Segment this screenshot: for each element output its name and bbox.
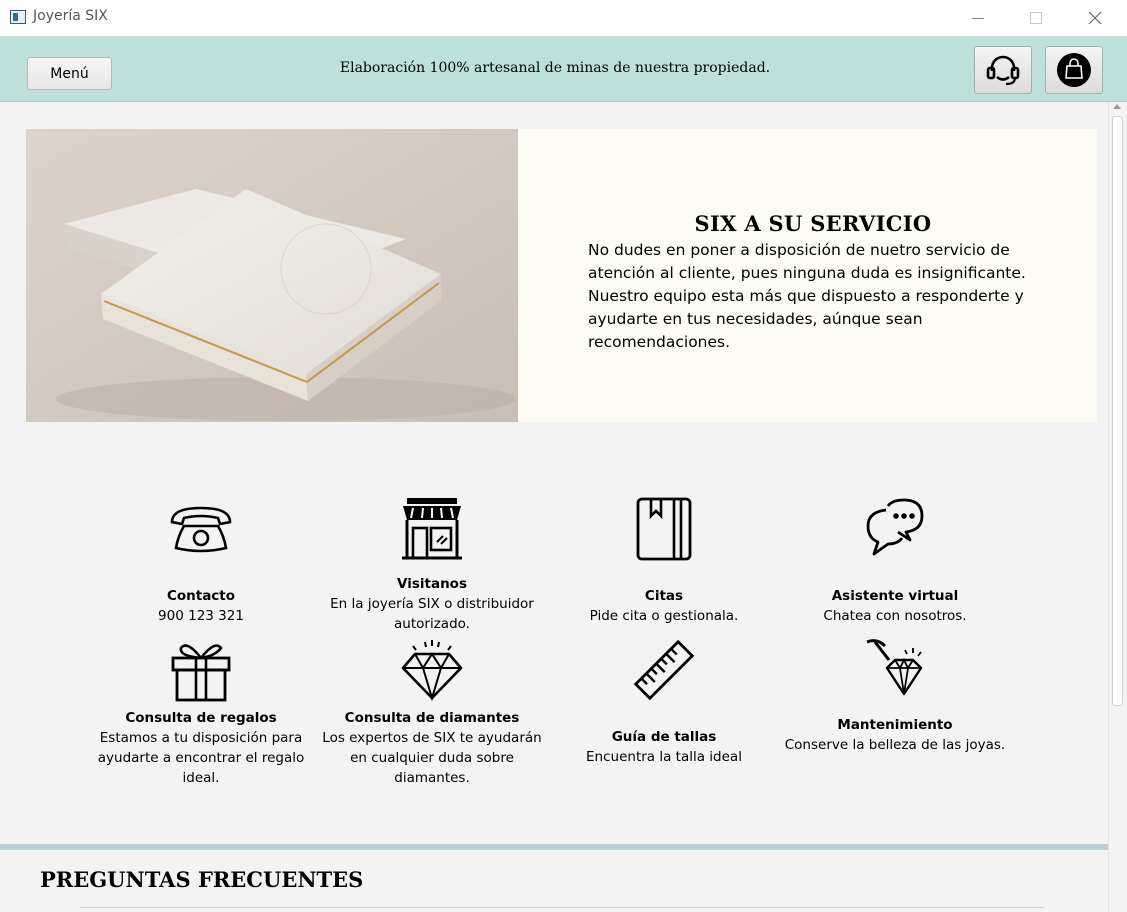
- service-title: Guía de tallas: [611, 729, 717, 745]
- close-button[interactable]: [1072, 4, 1118, 32]
- minimize-icon: [972, 17, 984, 19]
- vertical-scrollbar[interactable]: [1108, 102, 1127, 912]
- scroll-up-arrow-icon[interactable]: [1113, 104, 1121, 109]
- headset-icon: [986, 55, 1020, 86]
- pickaxe-diamond-icon: [866, 639, 923, 696]
- tagline: Elaboración 100% artesanal de minas de n…: [339, 60, 771, 76]
- minimize-button[interactable]: [955, 4, 1001, 32]
- service-title: Consulta de regalos: [125, 710, 277, 726]
- chat-icon: [866, 498, 924, 556]
- service-title: Consulta de diamantes: [344, 710, 520, 726]
- menu-button[interactable]: Menú: [27, 57, 112, 90]
- window-titlebar: Joyería SIX: [0, 0, 1127, 36]
- scrollbar-thumb[interactable]: [1112, 116, 1123, 706]
- service-title: Asistente virtual: [831, 588, 959, 604]
- service-text: Encuentra la talla ideal: [586, 749, 742, 765]
- service-title: Mantenimiento: [837, 717, 953, 733]
- service-text: Pide cita o gestionala.: [589, 608, 739, 624]
- cart-button[interactable]: [1045, 46, 1103, 94]
- service-gifts[interactable]: Consulta de regalos Estamos a tu disposi…: [81, 638, 321, 788]
- service-text: Conserve la belleza de las joyas.: [784, 737, 1006, 753]
- main-content[interactable]: SIX A SU SERVICIO No dudes en poner a di…: [0, 102, 1108, 912]
- header-bar: Menú Elaboración 100% artesanal de minas…: [0, 36, 1127, 102]
- service-title: SIX A SU SERVICIO: [694, 211, 932, 236]
- service-text: 900 123 321: [158, 608, 244, 624]
- support-button[interactable]: [974, 46, 1032, 94]
- service-text: Estamos a tu disposición para ayudarte a…: [97, 730, 305, 786]
- service-intro-panel: SIX A SU SERVICIO No dudes en poner a di…: [518, 129, 1097, 422]
- service-description: No dudes en poner a disposición de nuetr…: [588, 241, 1026, 351]
- maximize-icon: [1030, 12, 1042, 24]
- service-title: Contacto: [166, 588, 236, 604]
- service-text: Los expertos de SIX te ayudarán en cualq…: [322, 730, 542, 786]
- shopping-bag-icon: [1057, 53, 1091, 87]
- service-diamonds[interactable]: Consulta de diamantes Los expertos de SI…: [312, 638, 552, 788]
- faq-title: PREGUNTAS FRECUENTES: [40, 867, 364, 892]
- service-appointments[interactable]: Citas Pide cita o gestionala.: [544, 496, 784, 626]
- ruler-icon: [633, 639, 695, 701]
- window-title: Joyería SIX: [33, 8, 108, 24]
- faq-separator: [80, 907, 1044, 908]
- app-icon: [10, 10, 26, 24]
- diamond-icon: [401, 640, 463, 702]
- service-title: Citas: [644, 588, 684, 604]
- store-icon: [402, 498, 462, 560]
- section-divider: [0, 844, 1108, 850]
- service-maintenance[interactable]: Mantenimiento Conserve la belleza de las…: [775, 638, 1015, 755]
- service-text: En la joyería SIX o distribuidor autoriz…: [330, 596, 534, 632]
- maximize-button[interactable]: [1013, 4, 1059, 32]
- close-icon: [1088, 11, 1102, 25]
- telephone-icon: [170, 506, 232, 553]
- service-visit[interactable]: Visitanos En la joyería SIX o distribuid…: [312, 496, 552, 634]
- service-text: Chatea con nosotros.: [823, 608, 967, 624]
- service-size-guide[interactable]: Guía de tallas Encuentra la talla ideal: [544, 638, 784, 767]
- service-title: Visitanos: [397, 576, 467, 592]
- service-virtual-assistant[interactable]: Asistente virtual Chatea con nosotros.: [775, 496, 1015, 626]
- gift-icon: [171, 644, 231, 702]
- notebook-icon: [636, 497, 692, 561]
- hero-image: [26, 129, 518, 422]
- service-contact[interactable]: Contacto 900 123 321: [81, 502, 321, 626]
